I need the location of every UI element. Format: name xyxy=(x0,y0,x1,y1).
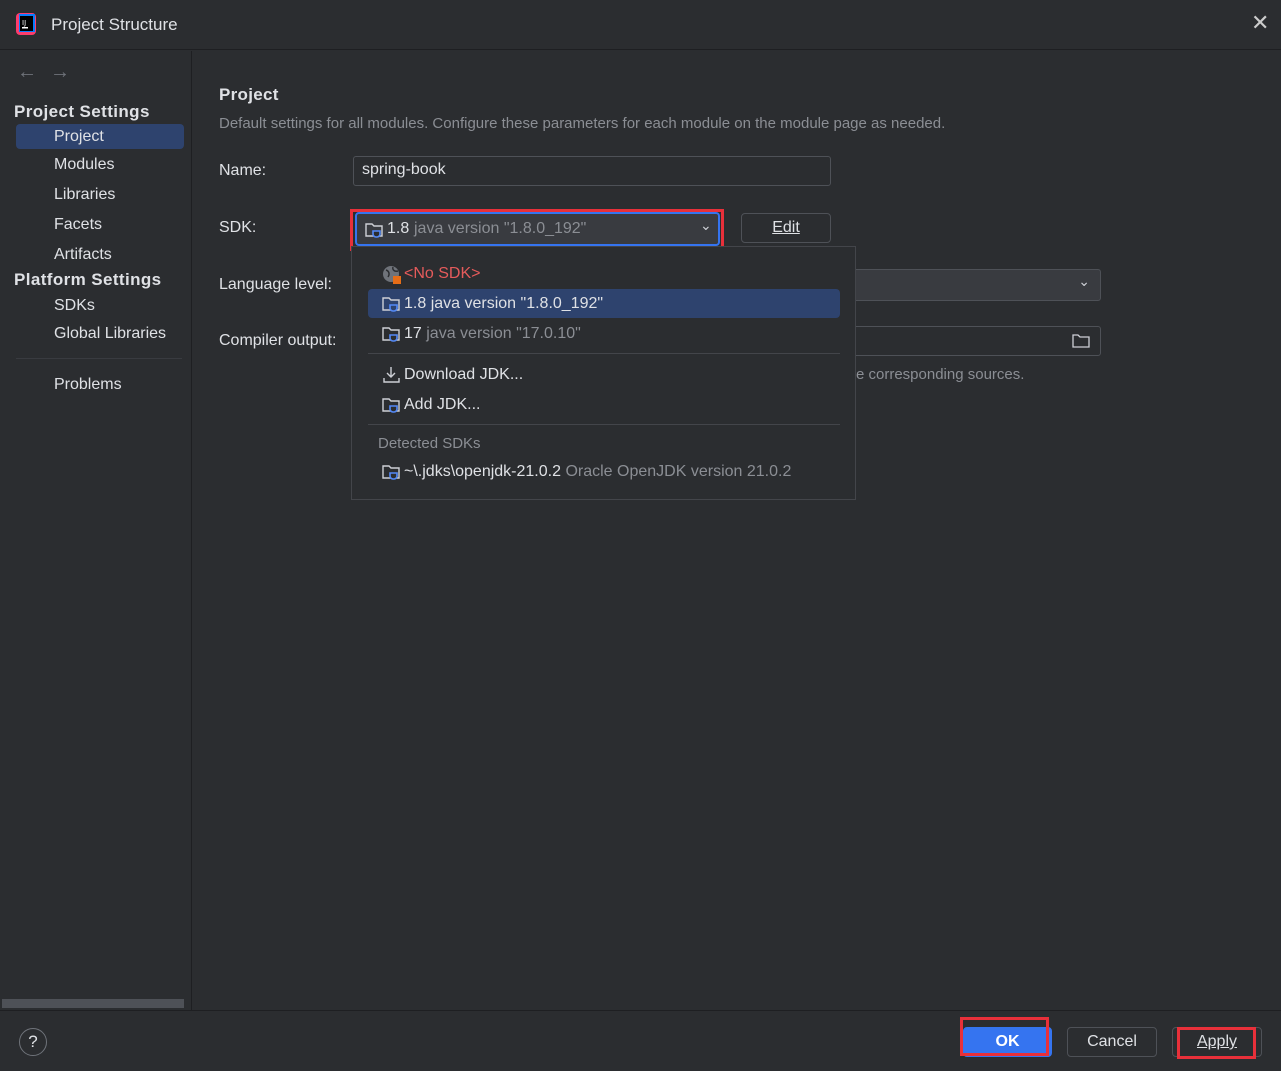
sdk-label: SDK: xyxy=(219,219,257,236)
sdk-option-17[interactable]: 17 java version "17.0.10" xyxy=(368,319,840,348)
divider xyxy=(368,353,840,354)
sdk-detail: java version "17.0.10" xyxy=(426,325,581,342)
divider xyxy=(16,358,182,359)
window-title: Project Structure xyxy=(51,15,178,34)
jdk-folder-icon xyxy=(382,327,400,342)
download-icon xyxy=(383,367,400,383)
detected-sdk-option[interactable]: ~\.jdks\openjdk-21.0.2 Oracle OpenJDK ve… xyxy=(368,457,840,486)
platform-settings-header: Platform Settings xyxy=(14,270,162,289)
footer: ? OK Cancel Apply xyxy=(0,1010,1281,1071)
jdk-folder-icon xyxy=(382,398,400,413)
edit-label: Edit xyxy=(772,219,800,236)
compiler-output-label: Compiler output: xyxy=(219,332,337,349)
sdk-option-1-8[interactable]: 1.8 java version "1.8.0_192" xyxy=(368,289,840,318)
cancel-button[interactable]: Cancel xyxy=(1067,1027,1157,1057)
sidebar: ← → Project Settings Project Modules Lib… xyxy=(0,51,192,1010)
page-title: Project xyxy=(219,85,279,104)
folder-icon[interactable] xyxy=(1072,333,1090,349)
sidebar-item-libraries[interactable]: Libraries xyxy=(16,182,184,207)
sdk-detail: Oracle OpenJDK version 21.0.2 xyxy=(565,463,792,480)
jdk-folder-icon xyxy=(382,297,400,312)
help-button[interactable]: ? xyxy=(19,1028,47,1056)
highlight-annotation xyxy=(1177,1027,1256,1059)
sidebar-item-global-libraries[interactable]: Global Libraries xyxy=(16,321,184,346)
sdk-version: 17 xyxy=(404,325,422,342)
name-label: Name: xyxy=(219,162,267,179)
jdk-folder-icon xyxy=(382,465,400,480)
svg-text:IJ: IJ xyxy=(22,19,26,27)
sdk-path: ~\.jdks\openjdk-21.0.2 xyxy=(404,463,561,480)
back-arrow-icon[interactable]: ← xyxy=(17,61,37,84)
add-jdk-label: Add JDK... xyxy=(404,396,481,413)
name-input[interactable]: spring-book xyxy=(353,156,831,186)
no-sdk-label: <No SDK> xyxy=(404,265,481,282)
add-jdk-option[interactable]: Add JDK... xyxy=(368,390,840,419)
compiler-output-hint: e corresponding sources. xyxy=(856,366,1025,383)
sidebar-item-sdks[interactable]: SDKs xyxy=(16,293,184,318)
chevron-down-icon: ⌄ xyxy=(1078,273,1090,289)
download-jdk-label: Download JDK... xyxy=(404,366,524,383)
no-sdk-option[interactable]: <No SDK> xyxy=(368,259,840,288)
sidebar-item-modules[interactable]: Modules xyxy=(16,152,184,177)
sidebar-item-problems[interactable]: Problems xyxy=(16,372,184,397)
download-jdk-option[interactable]: Download JDK... xyxy=(368,360,840,389)
globe-warning-icon xyxy=(383,266,401,284)
sidebar-item-artifacts[interactable]: Artifacts xyxy=(16,242,184,267)
language-level-label: Language level: xyxy=(219,276,332,293)
sdk-version: 1.8 xyxy=(404,295,427,312)
title-bar: IJ Project Structure ✕ xyxy=(0,0,1281,50)
sdk-dropdown-popup: <No SDK> 1.8 java version "1.8.0_192" 17… xyxy=(351,246,856,500)
forward-arrow-icon[interactable]: → xyxy=(50,61,70,84)
divider xyxy=(368,424,840,425)
sidebar-item-facets[interactable]: Facets xyxy=(16,212,184,237)
page-description: Default settings for all modules. Config… xyxy=(219,115,946,132)
highlight-annotation xyxy=(960,1017,1049,1056)
horizontal-scrollbar[interactable] xyxy=(2,999,184,1008)
highlight-annotation xyxy=(350,209,724,251)
close-icon[interactable]: ✕ xyxy=(1251,10,1269,36)
name-value: spring-book xyxy=(362,161,446,178)
project-settings-header: Project Settings xyxy=(14,102,150,121)
sdk-detail: java version "1.8.0_192" xyxy=(430,295,604,312)
sidebar-item-project[interactable]: Project xyxy=(16,124,184,149)
intellij-logo-icon: IJ xyxy=(16,13,36,35)
detected-sdks-header: Detected SDKs xyxy=(378,435,481,452)
edit-button[interactable]: Edit xyxy=(741,213,831,243)
